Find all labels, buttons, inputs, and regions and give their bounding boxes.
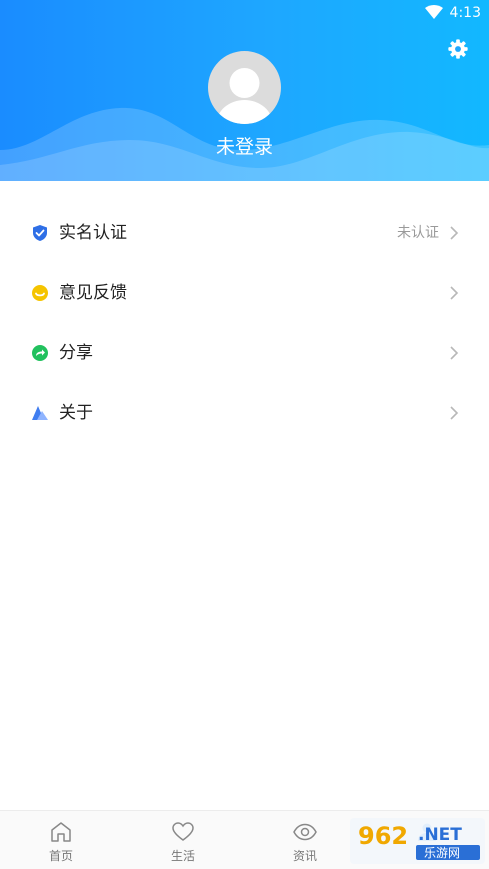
status-bar: 4:13: [0, 0, 489, 26]
wifi-icon: [425, 5, 443, 19]
profile-header: 4:13 未登录: [0, 0, 489, 181]
chevron-right-icon: [450, 226, 459, 240]
nav-label: 生活: [170, 849, 195, 863]
about-icon: [32, 406, 48, 420]
shield-check-icon: [33, 225, 47, 241]
watermark-logo: 962 .NET 乐游网: [350, 818, 485, 864]
heart-icon: [172, 822, 194, 841]
settings-gear-icon[interactable]: [447, 38, 469, 60]
avatar[interactable]: [208, 51, 281, 124]
nav-label: 资讯: [292, 849, 317, 863]
verification-status: 未认证: [397, 225, 439, 241]
status-time: 4:13: [449, 5, 481, 21]
eye-icon: [293, 823, 317, 841]
chevron-right-icon: [450, 346, 459, 360]
menu-item-label: 实名认证: [59, 223, 127, 243]
svg-text:.NET: .NET: [418, 825, 462, 845]
menu-item-label: 意见反馈: [59, 283, 127, 303]
nav-item-life[interactable]: 生活: [122, 811, 244, 869]
menu-item-feedback[interactable]: 意见反馈: [0, 263, 489, 323]
login-status-text[interactable]: 未登录: [0, 134, 489, 160]
feedback-icon: [32, 285, 48, 301]
svg-text:962: 962: [358, 822, 408, 850]
svg-text:乐游网: 乐游网: [424, 846, 460, 860]
chevron-right-icon: [450, 286, 459, 300]
chevron-right-icon: [450, 406, 459, 420]
nav-item-home[interactable]: 首页: [0, 811, 122, 869]
nav-item-news[interactable]: 资讯: [244, 811, 366, 869]
menu-item-label: 关于: [59, 403, 93, 423]
menu-item-real-name-verification[interactable]: 实名认证 未认证: [0, 203, 489, 263]
nav-label: 首页: [48, 849, 73, 863]
share-icon: [32, 345, 48, 361]
settings-menu: 实名认证 未认证 意见反馈 分享 关于: [0, 203, 489, 443]
menu-item-about[interactable]: 关于: [0, 383, 489, 443]
menu-item-share[interactable]: 分享: [0, 323, 489, 383]
home-icon: [51, 822, 71, 842]
menu-item-label: 分享: [59, 343, 93, 363]
default-user-icon: [216, 68, 273, 124]
